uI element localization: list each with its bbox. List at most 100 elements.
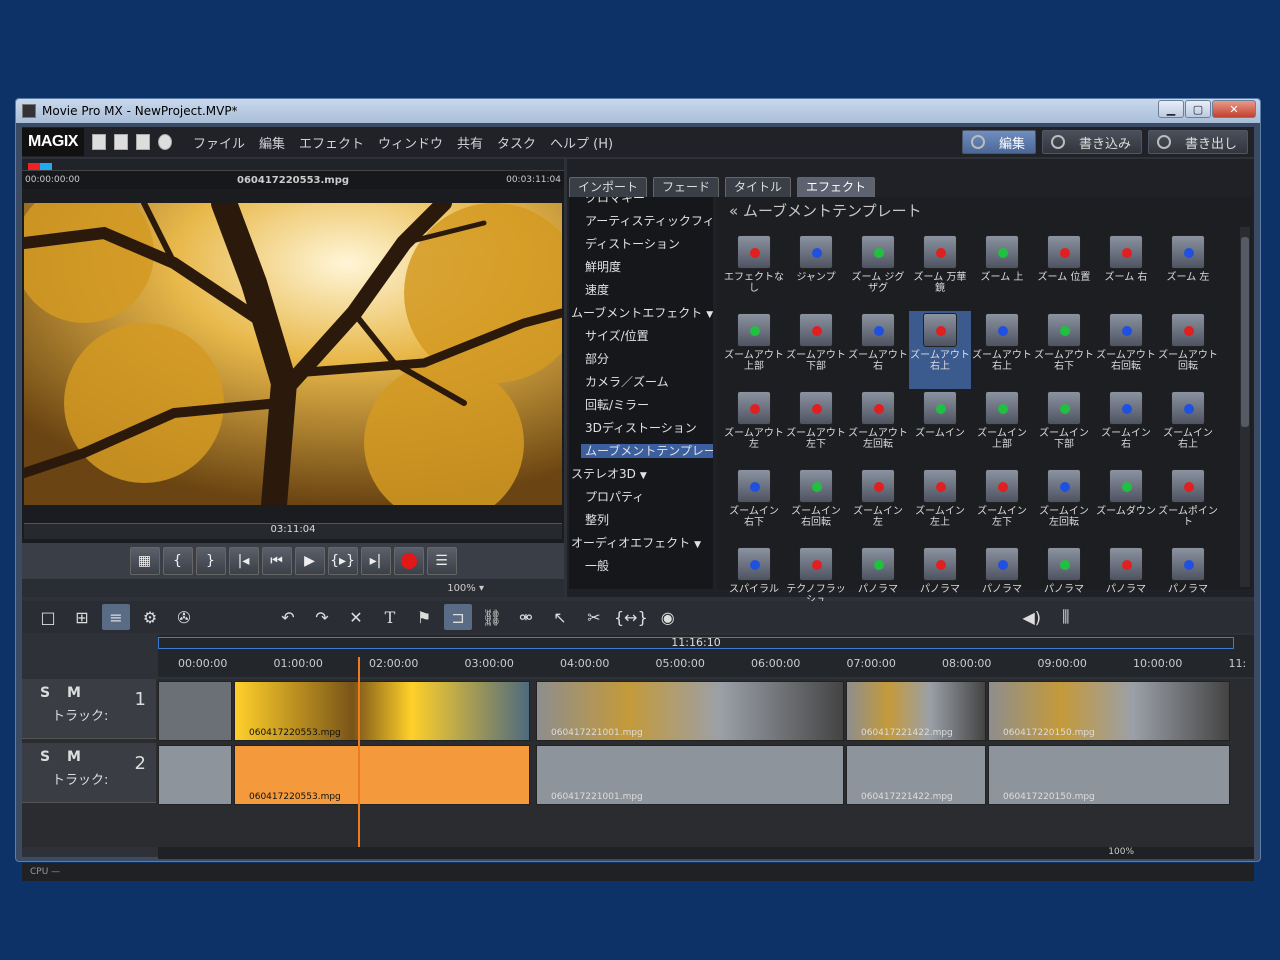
audio-clip[interactable]: 060417220553.mpg xyxy=(234,745,530,805)
effect-item[interactable]: ズームイン 左 xyxy=(847,467,909,545)
playhead[interactable] xyxy=(358,657,360,847)
mark-in-button[interactable]: { xyxy=(162,547,193,575)
category-item[interactable]: プロパティ xyxy=(569,486,713,509)
effect-item[interactable]: ズーム 左 xyxy=(1157,233,1219,311)
mode-button-2[interactable]: 書き出し xyxy=(1147,130,1248,154)
menu-item-4[interactable]: 共有 xyxy=(450,133,490,152)
preview-timebar[interactable]: 03:11:04 xyxy=(24,523,562,539)
effect-item[interactable]: ズームアウト 回転 xyxy=(1157,311,1219,389)
marker-icon[interactable]: ⚑ xyxy=(410,604,438,630)
preview-zoom[interactable]: 100% ▾ xyxy=(22,579,564,597)
video-clip[interactable]: 060417221001.mpg xyxy=(536,681,844,741)
mark-out-button[interactable]: } xyxy=(195,547,226,575)
menu-item-0[interactable]: ファイル xyxy=(186,133,252,152)
effect-item[interactable]: ズームイン 右 xyxy=(1095,389,1157,467)
effect-item[interactable]: ズームイン 左上 xyxy=(909,467,971,545)
audio-clip[interactable]: 060417221001.mpg xyxy=(536,745,844,805)
menu-item-6[interactable]: ヘルプ (H) xyxy=(543,133,620,152)
effect-item[interactable]: ズーム 位置 xyxy=(1033,233,1095,311)
effect-item[interactable]: ズームアウト 左 xyxy=(723,389,785,467)
video-clip[interactable] xyxy=(158,681,232,741)
effect-item[interactable]: ズームアウト 上部 xyxy=(723,311,785,389)
menu-list-button[interactable]: ☰ xyxy=(426,547,457,575)
title-icon[interactable]: T xyxy=(376,604,404,630)
audio-clip[interactable]: 060417221422.mpg xyxy=(846,745,986,805)
mode-button-0[interactable]: 編集 xyxy=(961,130,1036,154)
menu-item-2[interactable]: エフェクト xyxy=(292,133,371,152)
track-header[interactable]: S M 1 トラック: xyxy=(22,679,156,739)
effect-item[interactable]: ズーム 万華鏡 xyxy=(909,233,971,311)
effect-item[interactable]: ズーム 右 xyxy=(1095,233,1157,311)
effect-item[interactable]: エフェクトなし xyxy=(723,233,785,311)
video-clip[interactable]: 060417221422.mpg xyxy=(846,681,986,741)
range-icon[interactable]: {↔} xyxy=(614,604,648,630)
delete-icon[interactable]: ✕ xyxy=(342,604,370,630)
effect-item[interactable]: ズームイン 右上 xyxy=(1157,389,1219,467)
video-clip[interactable]: 060417220150.mpg xyxy=(988,681,1230,741)
record-button[interactable] xyxy=(393,547,424,575)
solo-mute-buttons[interactable]: S M xyxy=(40,685,87,701)
close-button[interactable]: ✕ xyxy=(1212,100,1256,118)
mouse-mode-icon[interactable]: ↖ xyxy=(546,604,574,630)
save-icon[interactable] xyxy=(135,134,150,150)
category-item[interactable]: ムーブメントテンプレート xyxy=(569,440,713,463)
category-item[interactable]: ステレオ3D ▼ xyxy=(569,463,713,486)
open-folder-icon[interactable] xyxy=(113,134,128,150)
effect-item[interactable]: ズームアウト 右上 xyxy=(909,311,971,389)
audio-mixer-icon[interactable]: ⫼ xyxy=(1052,604,1080,630)
redo-icon[interactable]: ↷ xyxy=(308,604,336,630)
audio-clip[interactable]: 060417220150.mpg xyxy=(988,745,1230,805)
settings-icon[interactable] xyxy=(157,134,172,150)
category-item[interactable]: アーティスティックフィルタ xyxy=(569,210,713,233)
effect-item[interactable]: ジャンプ xyxy=(785,233,847,311)
category-item[interactable]: 速度 xyxy=(569,279,713,302)
effect-item[interactable]: ズームアウト 右回転 xyxy=(1095,311,1157,389)
effect-item[interactable]: ズームイン xyxy=(909,389,971,467)
effect-item[interactable]: ズームアウト 左下 xyxy=(785,389,847,467)
mixer-icon[interactable]: ⚙ xyxy=(136,604,164,630)
ungroup-icon[interactable]: ⚮ xyxy=(512,604,540,630)
mode-button-1[interactable]: 書き込み xyxy=(1041,130,1142,154)
volume-icon[interactable]: ◀) xyxy=(1018,604,1046,630)
tab-2[interactable]: タイトル xyxy=(725,177,792,197)
effect-item[interactable]: ズームアウト 右下 xyxy=(1033,311,1095,389)
category-item[interactable]: 一般 xyxy=(569,555,713,578)
menu-item-3[interactable]: ウィンドウ xyxy=(371,133,450,152)
category-item[interactable]: カメラ／ズーム xyxy=(569,371,713,394)
menu-item-5[interactable]: タスク xyxy=(490,133,543,152)
category-item[interactable]: 部分 xyxy=(569,348,713,371)
category-item[interactable]: 3Dディストーション xyxy=(569,417,713,440)
effect-item[interactable]: ズーム ジグザグ xyxy=(847,233,909,311)
maximize-button[interactable]: ▢ xyxy=(1185,100,1211,118)
film-reel-icon[interactable]: ✇ xyxy=(170,604,198,630)
effect-item[interactable]: ズームイン 右回転 xyxy=(785,467,847,545)
category-item[interactable]: 整列 xyxy=(569,509,713,532)
menu-item-1[interactable]: 編集 xyxy=(252,133,292,152)
category-item[interactable]: 鮮明度 xyxy=(569,256,713,279)
solo-mute-buttons[interactable]: S M xyxy=(40,749,87,765)
scene-overview-icon[interactable]: ⊞ xyxy=(68,604,96,630)
timeline-scrollbar[interactable]: 100% xyxy=(158,847,1254,859)
tab-3[interactable]: エフェクト xyxy=(797,177,876,197)
effect-item[interactable]: ズームアウト 下部 xyxy=(785,311,847,389)
effect-item[interactable]: ズームイン 上部 xyxy=(971,389,1033,467)
cut-icon[interactable]: ✂ xyxy=(580,604,608,630)
tab-1[interactable]: フェード xyxy=(653,177,720,197)
category-item[interactable]: オーディオエフェクト ▼ xyxy=(569,532,713,555)
timeline-ruler[interactable]: 11:16:10 00:00:00 01:00:00 02:00:00 03:00:0… xyxy=(158,635,1254,677)
group-icon[interactable]: ⛓ xyxy=(478,604,506,630)
category-item[interactable]: ディストーション xyxy=(569,233,713,256)
play-range-button[interactable]: {▸} xyxy=(327,547,358,575)
effect-item[interactable]: ズームダウン xyxy=(1095,467,1157,545)
audio-clip[interactable] xyxy=(158,745,232,805)
effect-item[interactable]: ズームイン 左下 xyxy=(971,467,1033,545)
new-file-icon[interactable] xyxy=(91,134,106,150)
effect-item[interactable]: ズームイン 左回転 xyxy=(1033,467,1095,545)
video-clip[interactable]: 060417220553.mpg xyxy=(234,681,530,741)
tab-0[interactable]: インポート xyxy=(569,177,648,197)
go-out-button[interactable]: ▸| xyxy=(360,547,391,575)
preview-eye-icon[interactable]: ◉ xyxy=(654,604,682,630)
category-item[interactable]: ムーブメントエフェクト ▼ xyxy=(569,302,713,325)
effect-item[interactable]: ズームアウト 右上 xyxy=(971,311,1033,389)
category-item[interactable]: 回転/ミラー xyxy=(569,394,713,417)
